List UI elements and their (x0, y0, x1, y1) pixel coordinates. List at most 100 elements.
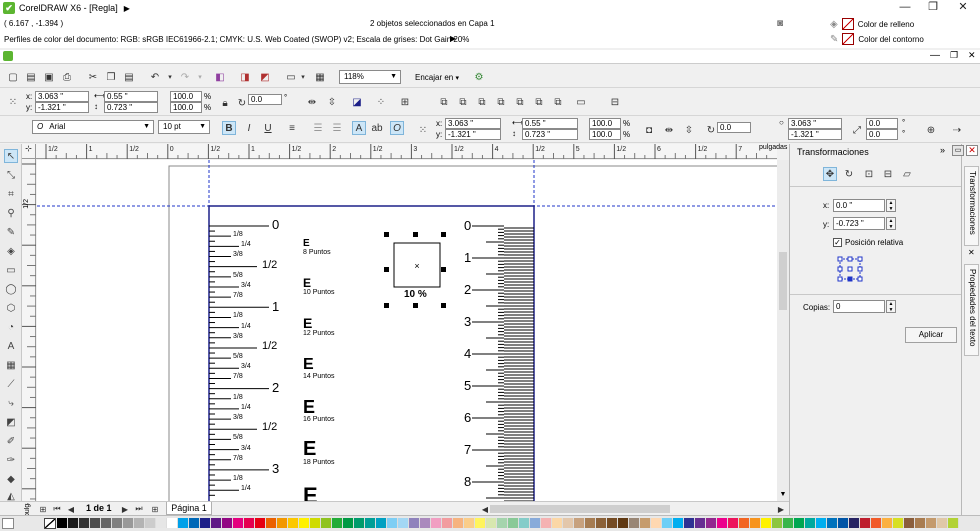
palette-swatch[interactable] (442, 518, 453, 528)
scroll-down-icon[interactable]: ▼ (777, 488, 789, 501)
anchor-grid[interactable] (837, 256, 863, 282)
snap-to-menu[interactable]: Encajar en ▾ (415, 73, 459, 82)
font-family-select[interactable]: O Arial ▼ (32, 120, 154, 134)
create-boundary-icon[interactable]: ▭ (574, 95, 588, 109)
palette-swatch[interactable] (134, 518, 145, 528)
profile-arrow-icon[interactable]: ▶ (450, 34, 456, 43)
palette-swatch[interactable] (222, 518, 233, 528)
palette-swatch[interactable] (277, 518, 288, 528)
launcher-dropdown-icon[interactable]: ▾ (296, 70, 310, 84)
rotation-center-y-field[interactable]: -1.321 " (788, 129, 842, 140)
crop-tool-icon[interactable]: ⌗ (4, 188, 18, 202)
text-mirror-h-icon[interactable]: ⇹ (662, 123, 676, 137)
intersect-icon[interactable]: ⧉ (494, 95, 508, 109)
import-icon[interactable]: ◧ (213, 70, 227, 84)
palette-swatch[interactable] (288, 518, 299, 528)
palette-swatch[interactable] (706, 518, 717, 528)
lock-ratio-icon[interactable]: 🔒︎ (218, 96, 232, 110)
bold-button[interactable]: B (222, 121, 236, 135)
new-document-icon[interactable]: ▢ (6, 70, 20, 84)
palette-swatch[interactable] (90, 518, 101, 528)
palette-swatch[interactable] (684, 518, 695, 528)
docker-close-icon[interactable]: ✕ (966, 145, 978, 156)
next-page-icon[interactable]: ▶ (118, 502, 132, 516)
restore-button[interactable]: ❐ (918, 0, 948, 16)
palette-swatch[interactable] (651, 518, 662, 528)
palette-swatch[interactable] (387, 518, 398, 528)
size-transform-icon[interactable]: ⊟ (881, 167, 895, 181)
palette-swatch[interactable] (519, 518, 530, 528)
basic-shapes-tool-icon[interactable]: ◔ (4, 321, 18, 335)
text-scale-w-field[interactable]: 100.0 (589, 118, 621, 129)
palette-swatch[interactable] (178, 518, 189, 528)
vertical-ruler[interactable]: 1/2 (22, 159, 36, 501)
vertical-scrollbar[interactable] (777, 160, 789, 501)
palette-swatch[interactable] (816, 518, 827, 528)
italic-button[interactable]: I (242, 121, 256, 135)
table-tool-icon[interactable]: ▦ (4, 359, 18, 373)
position-x-field[interactable]: 3.063 " (35, 91, 89, 102)
freehand-tool-icon[interactable]: ✎ (4, 226, 18, 240)
doc-close-button[interactable]: ✕ (968, 50, 976, 61)
hscroll-right-icon[interactable]: ▶ (774, 502, 788, 516)
group-icon[interactable]: ◪ (350, 95, 364, 109)
align-distribute-icon[interactable]: ⊟ (608, 95, 622, 109)
apply-button[interactable]: Aplicar (905, 327, 957, 343)
zoom-tool-icon[interactable]: ⚲ (4, 207, 18, 221)
palette-swatch[interactable] (904, 518, 915, 528)
dimension-tool-icon[interactable]: ⟋ (4, 378, 18, 392)
text-width-field[interactable]: 0.55 " (522, 118, 578, 129)
palette-swatch[interactable] (805, 518, 816, 528)
palette-swatch[interactable] (662, 518, 673, 528)
title-menu-arrow-icon[interactable]: ▶ (124, 4, 130, 13)
palette-swatch[interactable] (915, 518, 926, 528)
text-origin-icon[interactable]: ⁙ (416, 123, 430, 137)
palette-swatch[interactable] (200, 518, 211, 528)
combine-icon[interactable]: ⧉ (437, 95, 451, 109)
eyedropper-tool-icon[interactable]: ✐ (4, 435, 18, 449)
rotation-field[interactable]: 0.0 (248, 94, 282, 105)
palette-swatch[interactable] (299, 518, 310, 528)
palette-swatch[interactable] (57, 518, 68, 528)
palette-swatch[interactable] (695, 518, 706, 528)
options-icon[interactable]: ⚙ (472, 70, 486, 84)
edit-text-icon[interactable]: ab (370, 121, 384, 135)
trim-icon[interactable]: ⧉ (475, 95, 489, 109)
palette-swatch[interactable] (849, 518, 860, 528)
copies-spinner[interactable]: ▲ ▼ (886, 300, 896, 313)
palette-swatch[interactable] (79, 518, 90, 528)
palette-swatch[interactable] (629, 518, 640, 528)
palette-scroll-left-icon[interactable] (2, 518, 14, 529)
palette-swatch[interactable] (112, 518, 123, 528)
palette-swatch[interactable] (167, 518, 178, 528)
palette-swatch[interactable] (827, 518, 838, 528)
palette-swatch[interactable] (365, 518, 376, 528)
ungroup-icon[interactable]: ⁘ (374, 95, 388, 109)
scale-height-field[interactable]: 100.0 (170, 102, 202, 113)
palette-swatch[interactable] (145, 518, 156, 528)
tab-page-1[interactable]: Página 1 (166, 502, 212, 515)
pick-tool-icon[interactable]: ↖ (4, 149, 18, 163)
mirror-horizontal-icon[interactable]: ⇹ (305, 95, 319, 109)
palette-swatch[interactable] (607, 518, 618, 528)
weld-icon[interactable]: ⧉ (456, 95, 470, 109)
palette-swatch[interactable] (332, 518, 343, 528)
docker-minimize-icon[interactable]: ▭ (952, 145, 964, 156)
palette-swatch[interactable] (640, 518, 651, 528)
last-page-icon[interactable]: ⏭ (132, 502, 146, 516)
copy-icon[interactable]: ❐ (104, 70, 118, 84)
fill-tool-icon[interactable]: ◆ (4, 473, 18, 487)
palette-swatch[interactable] (574, 518, 585, 528)
no-color-swatch[interactable] (44, 518, 56, 529)
palette-swatch[interactable] (937, 518, 948, 528)
palette-swatch[interactable] (255, 518, 266, 528)
vertical-scroll-thumb[interactable] (779, 252, 787, 310)
skew-transform-icon[interactable]: ▱ (900, 167, 914, 181)
copies-field[interactable]: 0 (833, 300, 885, 313)
docker-y-field[interactable]: -0.723 " (833, 217, 885, 230)
horizontal-ruler[interactable]: 1/2 1 1/2 0 1/2 1 1/2 2 1/2 3 1/2 4 1/2 5 1/2 6 1/2 7 pul… (36, 144, 787, 159)
text-height-field[interactable]: 0.723 " (522, 129, 578, 140)
palette-swatch[interactable] (541, 518, 552, 528)
text-properties-icon[interactable]: A (352, 121, 366, 135)
palette-swatch[interactable] (101, 518, 112, 528)
